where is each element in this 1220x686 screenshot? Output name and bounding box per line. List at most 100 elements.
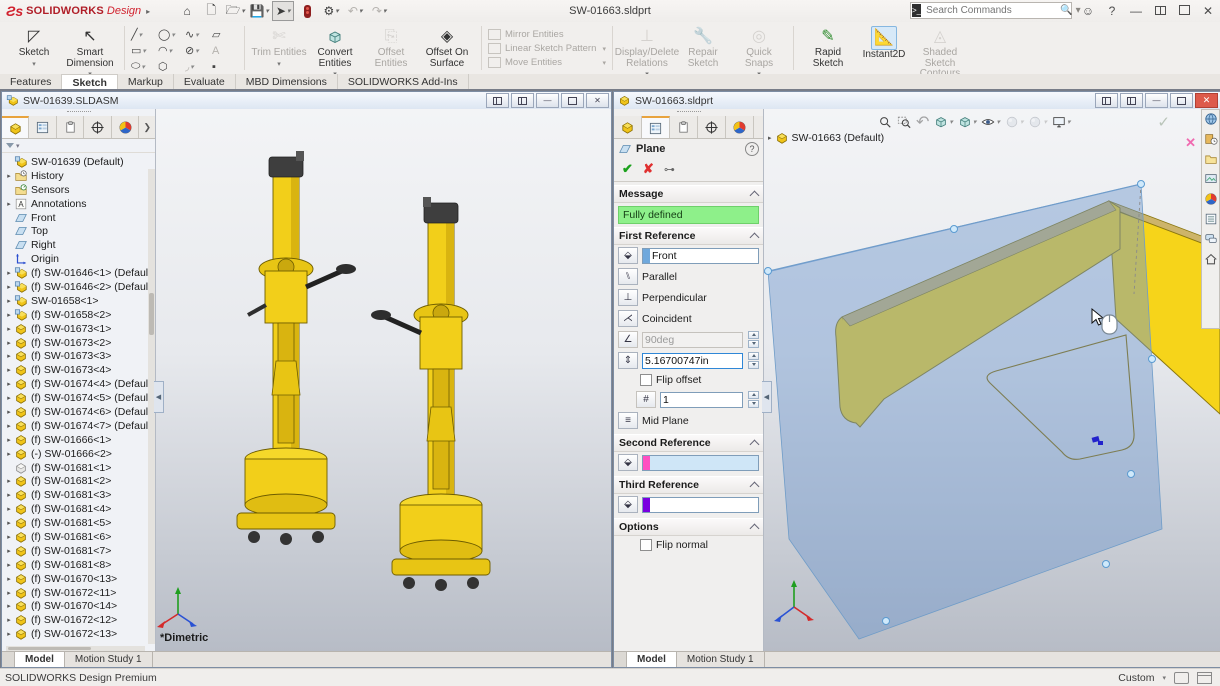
minimize-button[interactable]: — xyxy=(1128,4,1144,18)
tree-item[interactable]: ▸ (f) SW-01672<13> xyxy=(4,627,155,641)
slot-tool[interactable]: ⬭▾ xyxy=(131,59,157,74)
status-tag-icon[interactable] xyxy=(1174,672,1189,684)
assembly-window-titlebar[interactable]: SW-01639.SLDASM — ✕ xyxy=(2,92,611,110)
smart-dimension-button[interactable]: ↖ Smart Dimension▾ xyxy=(62,25,118,81)
line-tool[interactable]: ╱▾ xyxy=(131,27,157,42)
first-reference-selection-box[interactable]: Front xyxy=(642,248,759,264)
help-icon[interactable]: ? xyxy=(1104,4,1120,18)
expand-arrow-icon[interactable]: ▸ xyxy=(4,547,14,555)
tree-item[interactable]: ▸ SW-01658<1> xyxy=(4,294,155,308)
tree-item[interactable]: ▸ (f) SW-01666<1> xyxy=(4,433,155,447)
expand-arrow-icon[interactable]: ▸ xyxy=(4,339,14,347)
expand-arrow-icon[interactable]: ▸ xyxy=(4,283,14,291)
window-restore-button[interactable] xyxy=(1176,4,1192,18)
tree-item[interactable]: Right xyxy=(4,238,155,252)
tree-item[interactable]: ▸ (f) SW-01672<12> xyxy=(4,613,155,627)
flyout-expand-icon[interactable]: ▸ xyxy=(768,134,772,142)
flip-normal-checkbox[interactable] xyxy=(640,539,652,551)
perpendicular-option[interactable]: ⊥ Perpendicular xyxy=(614,287,763,308)
expand-arrow-icon[interactable]: ▸ xyxy=(4,200,14,208)
pm-grab-handle[interactable] xyxy=(614,109,763,116)
trim-entities-button[interactable]: ✄ Trim Entities▾ xyxy=(251,25,307,70)
tree-item[interactable]: ▸ (f) SW-01674<6> (Default) xyxy=(4,405,155,419)
tree-item[interactable]: ▸ (f) SW-01670<14> xyxy=(4,600,155,614)
mid-plane-option[interactable]: ≡ Mid Plane xyxy=(614,410,763,431)
pane-right-button[interactable] xyxy=(511,93,534,108)
3d-contentcentral-icon[interactable] xyxy=(1204,112,1218,126)
tree-item[interactable]: ▸ (f) SW-01674<7> (Default) xyxy=(4,419,155,433)
expand-arrow-icon[interactable]: ▸ xyxy=(4,297,14,305)
units-dropdown-icon[interactable]: ▾ xyxy=(1162,674,1166,682)
offset-on-surface-button[interactable]: ◈ Offset On Surface xyxy=(419,25,475,69)
expand-arrow-icon[interactable]: ▸ xyxy=(4,436,14,444)
tab-evaluate[interactable]: Evaluate xyxy=(174,74,236,89)
tree-item[interactable]: ▸ (f) SW-01681<5> xyxy=(4,516,155,530)
pane-right-button2[interactable] xyxy=(1120,93,1143,108)
appearances-scenes-icon[interactable] xyxy=(1204,192,1218,206)
second-reference-selection-box[interactable] xyxy=(642,455,759,471)
window-split-button[interactable] xyxy=(1152,4,1168,18)
motion-tab-grip[interactable] xyxy=(2,652,15,667)
tree-item[interactable]: ▸ (f) SW-01674<4> (Default) xyxy=(4,377,155,391)
pm-tab-displaymanager[interactable] xyxy=(726,116,754,138)
file-explorer-icon[interactable] xyxy=(1204,152,1218,166)
shaded-sketch-contours-button[interactable]: ◬ Shaded Sketch Contours xyxy=(912,25,968,80)
cancel-x-button[interactable]: ✘ xyxy=(643,161,654,177)
expand-arrow-icon[interactable]: ▸ xyxy=(4,172,14,180)
app-close-button[interactable]: ✕ xyxy=(1200,4,1216,18)
tab-motion-study-assembly[interactable]: Motion Study 1 xyxy=(65,652,153,667)
expand-arrow-icon[interactable]: ▸ xyxy=(4,366,14,374)
flip-offset-checkbox[interactable] xyxy=(640,374,652,386)
tab-mbd-dimensions[interactable]: MBD Dimensions xyxy=(236,74,338,89)
expand-arrow-icon[interactable]: ▸ xyxy=(4,394,14,402)
ellipse-tool[interactable]: ⊘▾ xyxy=(185,43,211,58)
point-tool[interactable]: ▪ xyxy=(212,59,238,74)
part-minimize-button[interactable]: — xyxy=(1145,93,1168,108)
user-account-icon[interactable]: ☺ xyxy=(1080,4,1096,18)
tree-item[interactable]: SW-01639 (Default) xyxy=(4,155,155,169)
part-window-titlebar[interactable]: SW-01663.sldprt — ✕ xyxy=(614,92,1220,110)
expand-arrow-icon[interactable]: ▸ xyxy=(4,505,14,513)
tab-sketch[interactable]: Sketch xyxy=(62,74,117,89)
expand-arrow-icon[interactable]: ▸ xyxy=(4,519,14,527)
tab-configurationmanager[interactable] xyxy=(57,116,84,138)
tree-item[interactable]: ▸ (f) SW-01681<2> xyxy=(4,474,155,488)
pane-left-button2[interactable] xyxy=(1095,93,1118,108)
view-orientation-icon[interactable]: ▾ xyxy=(958,115,977,129)
tree-item[interactable]: ▸ (f) SW-01673<3> xyxy=(4,349,155,363)
part-close-button[interactable]: ✕ xyxy=(1195,93,1218,108)
search-icon[interactable]: 🔍 xyxy=(1060,5,1072,16)
tab-dimxpertmanager[interactable] xyxy=(84,116,111,138)
tab-markup[interactable]: Markup xyxy=(118,74,174,89)
design-library-icon[interactable] xyxy=(1204,132,1218,146)
instant2d-button[interactable]: 📐 Instant2D xyxy=(856,25,912,61)
tree-item[interactable]: Origin xyxy=(4,252,155,266)
pane-left-button[interactable] xyxy=(486,93,509,108)
expand-arrow-icon[interactable]: ▸ xyxy=(4,616,14,624)
message-section-header[interactable]: Message xyxy=(614,185,763,203)
pm-tab-featuremanager[interactable] xyxy=(614,116,642,138)
expand-arrow-icon[interactable]: ▸ xyxy=(4,491,14,499)
expand-arrow-icon[interactable]: ▸ xyxy=(4,408,14,416)
tab-solidworks-addins[interactable]: SOLIDWORKS Add-Ins xyxy=(338,74,469,89)
open-document-button[interactable]: 🗁▾ xyxy=(224,1,246,21)
expand-arrow-icon[interactable]: ▸ xyxy=(4,533,14,541)
status-pane-icon[interactable] xyxy=(1197,672,1212,684)
number-of-planes-input[interactable]: 1 xyxy=(660,392,743,408)
tree-item[interactable]: ▸ (f) SW-01673<4> xyxy=(4,363,155,377)
mirror-entities-button[interactable]: Mirror Entities xyxy=(488,29,606,40)
tree-item[interactable]: ▸ (f) SW-01681<3> xyxy=(4,488,155,502)
view-settings-icon[interactable]: ▾ xyxy=(1052,115,1071,129)
expand-arrow-icon[interactable]: ▸ xyxy=(4,589,14,597)
ok-check-button[interactable]: ✔ xyxy=(622,161,633,177)
sketch-button[interactable]: ◸ Sketch▾ xyxy=(6,25,62,70)
assembly-restore-button[interactable] xyxy=(561,93,584,108)
third-reference-selection-box[interactable] xyxy=(642,497,759,513)
pm-tab-configurationmanager[interactable] xyxy=(670,116,698,138)
offset-spinner[interactable] xyxy=(748,352,759,369)
circle-tool[interactable]: ◯▾ xyxy=(158,27,184,42)
first-reference-header[interactable]: First Reference xyxy=(614,227,763,245)
display-delete-relations-button[interactable]: ⊥ Display/Delete Relations▾ xyxy=(619,25,675,81)
expand-arrow-icon[interactable]: ▸ xyxy=(4,602,14,610)
tab-propertymanager[interactable] xyxy=(29,116,56,138)
